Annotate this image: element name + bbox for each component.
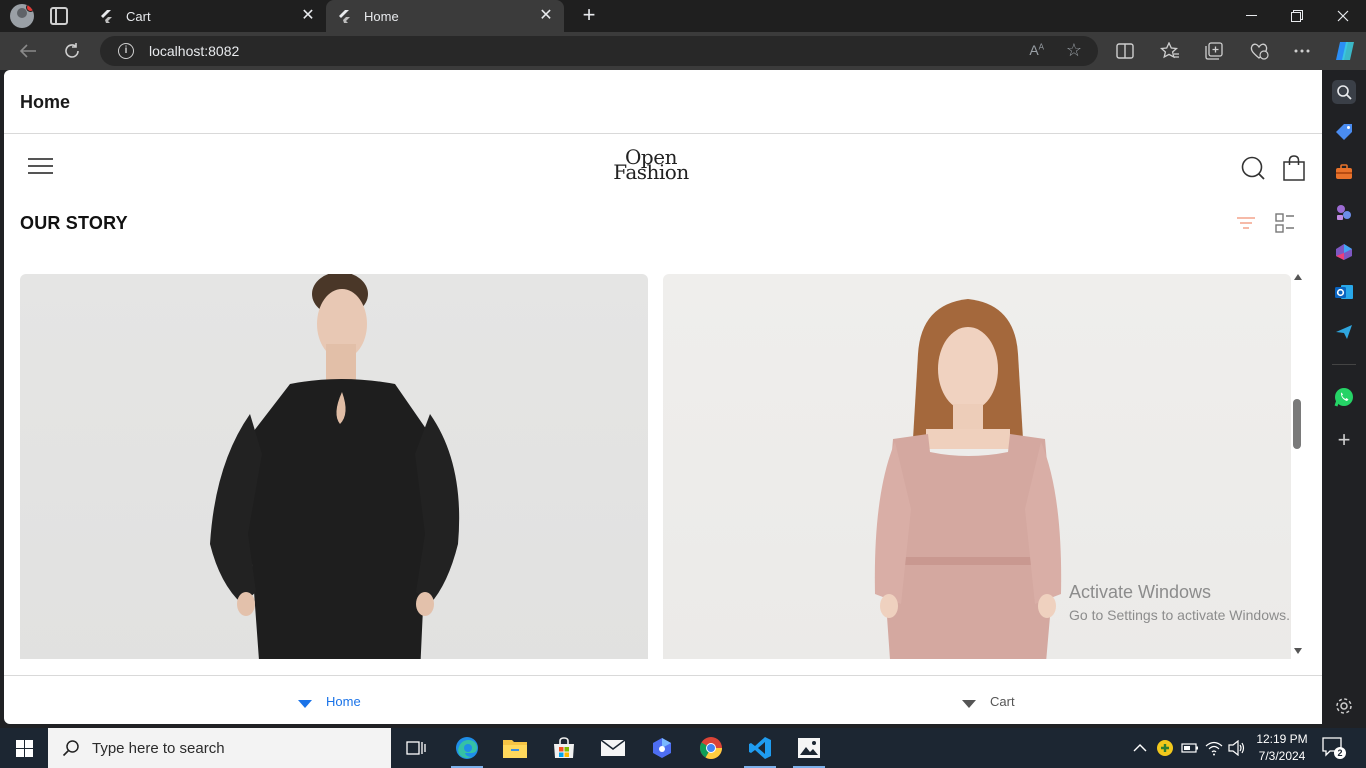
browser-title-bar: Cart ✕ Home ✕ + <box>0 0 1366 32</box>
photos-icon[interactable] <box>785 728 833 768</box>
split-screen-icon[interactable] <box>1114 40 1136 62</box>
search-icon[interactable] <box>1332 80 1356 104</box>
settings-gear-icon[interactable] <box>1332 694 1356 718</box>
send-icon[interactable] <box>1332 320 1356 344</box>
outlook-icon[interactable] <box>1332 280 1356 304</box>
wifi-icon[interactable] <box>1205 728 1223 768</box>
bottom-nav-home[interactable]: Home <box>298 694 361 709</box>
back-icon[interactable] <box>17 40 39 62</box>
brand-logo-line2: Fashion <box>613 160 689 184</box>
collections-icon[interactable] <box>1203 40 1225 62</box>
app-bar-title: Home <box>20 92 71 112</box>
search-icon[interactable] <box>1240 155 1266 181</box>
tab-actions-icon[interactable] <box>50 7 68 25</box>
games-icon[interactable] <box>1332 200 1356 224</box>
flutter-favicon-icon <box>98 8 114 24</box>
black-dress-product-image <box>210 274 460 659</box>
copilot-app-icon[interactable] <box>1332 240 1356 264</box>
taskbar-search-placeholder: Type here to search <box>92 739 225 757</box>
tab-label: Cart <box>126 8 151 24</box>
product-card[interactable] <box>20 274 648 659</box>
copilot-icon[interactable] <box>1332 38 1358 64</box>
clock-date: 7/3/2024 <box>1258 749 1306 763</box>
restore-window-icon[interactable] <box>1274 0 1320 32</box>
sidebar-divider <box>1332 364 1356 365</box>
refresh-icon[interactable] <box>61 40 83 62</box>
new-tab-button[interactable]: + <box>577 4 601 28</box>
windows-taskbar: Type here to search 12:19 PM 7/3/2024 2 <box>0 728 1366 768</box>
mail-icon[interactable] <box>589 728 637 768</box>
filter-icon[interactable] <box>1236 215 1256 231</box>
pink-dress-product-image <box>874 299 1062 659</box>
product-grid <box>20 274 1292 659</box>
home-nav-icon <box>298 699 312 708</box>
security-status-icon[interactable] <box>1156 728 1174 768</box>
profile-avatar-icon[interactable] <box>10 4 34 28</box>
whatsapp-icon[interactable] <box>1332 385 1356 409</box>
tab-label: Home <box>364 8 399 24</box>
url-text: localhost:8082 <box>149 43 240 59</box>
taskbar-clock[interactable]: 12:19 PM 7/3/2024 <box>1254 731 1310 765</box>
favorites-icon[interactable] <box>1159 40 1181 62</box>
search-icon <box>62 740 79 757</box>
task-view-icon[interactable] <box>392 728 440 768</box>
bottom-nav-cart[interactable]: Cart <box>962 694 1015 709</box>
close-tab-icon[interactable]: ✕ <box>300 8 316 24</box>
scroll-down-icon[interactable] <box>1294 648 1302 654</box>
flutter-favicon-icon <box>336 8 352 24</box>
scroll-thumb[interactable] <box>1293 399 1301 449</box>
browser-essentials-icon[interactable] <box>1248 40 1270 62</box>
notification-center-icon[interactable]: 2 <box>1322 737 1346 759</box>
favorite-star-icon[interactable]: ☆ <box>1066 40 1082 61</box>
address-bar[interactable]: i localhost:8082 AA ☆ <box>100 36 1098 66</box>
vscode-icon[interactable] <box>736 728 784 768</box>
cart-nav-icon <box>962 699 976 708</box>
vertical-scrollbar[interactable] <box>1292 274 1304 654</box>
menu-icon[interactable] <box>28 158 54 176</box>
browser-toolbar: i localhost:8082 AA ☆ <box>0 32 1366 70</box>
bottom-nav-cart-label: Cart <box>990 694 1015 709</box>
clock-time: 12:19 PM <box>1256 732 1308 746</box>
scroll-up-icon[interactable] <box>1294 274 1302 280</box>
list-view-icon[interactable] <box>1275 213 1295 233</box>
bottom-nav-home-label: Home <box>326 694 361 709</box>
windows-start-icon[interactable] <box>16 740 33 757</box>
close-window-icon[interactable] <box>1320 0 1366 32</box>
brand-logo: Open Fashion <box>601 147 701 184</box>
edge-sidebar: + <box>1322 70 1366 724</box>
tab-home[interactable]: Home ✕ <box>326 0 564 32</box>
tab-cart[interactable]: Cart ✕ <box>88 0 326 32</box>
notification-count-badge: 2 <box>1334 747 1346 759</box>
notification-dot-icon <box>26 4 34 12</box>
battery-icon[interactable] <box>1181 728 1199 768</box>
web-page: Home Open Fashion OUR STORY Home Cart <box>4 70 1322 724</box>
bottom-nav-divider <box>4 675 1322 676</box>
add-sidebar-app-icon[interactable]: + <box>1332 428 1356 452</box>
chrome-icon[interactable] <box>687 728 735 768</box>
taskbar-search-box[interactable]: Type here to search <box>48 728 391 768</box>
show-hidden-icons-icon[interactable] <box>1133 728 1147 768</box>
site-info-icon[interactable]: i <box>118 43 134 59</box>
read-aloud-icon[interactable]: AA <box>1029 42 1044 58</box>
edge-browser-icon[interactable] <box>443 728 491 768</box>
shopping-tag-icon[interactable] <box>1332 120 1356 144</box>
volume-icon[interactable] <box>1228 728 1246 768</box>
section-title: OUR STORY <box>20 213 128 233</box>
shopping-bag-icon[interactable] <box>1281 155 1307 181</box>
tools-icon[interactable] <box>1332 160 1356 184</box>
copilot-taskbar-icon[interactable] <box>638 728 686 768</box>
minimize-window-icon[interactable] <box>1228 0 1274 32</box>
microsoft-store-icon[interactable] <box>540 728 588 768</box>
app-bar-divider <box>4 133 1322 134</box>
file-explorer-icon[interactable] <box>491 728 539 768</box>
close-tab-icon[interactable]: ✕ <box>538 8 554 24</box>
product-card[interactable] <box>663 274 1291 659</box>
more-options-icon[interactable] <box>1291 40 1313 62</box>
